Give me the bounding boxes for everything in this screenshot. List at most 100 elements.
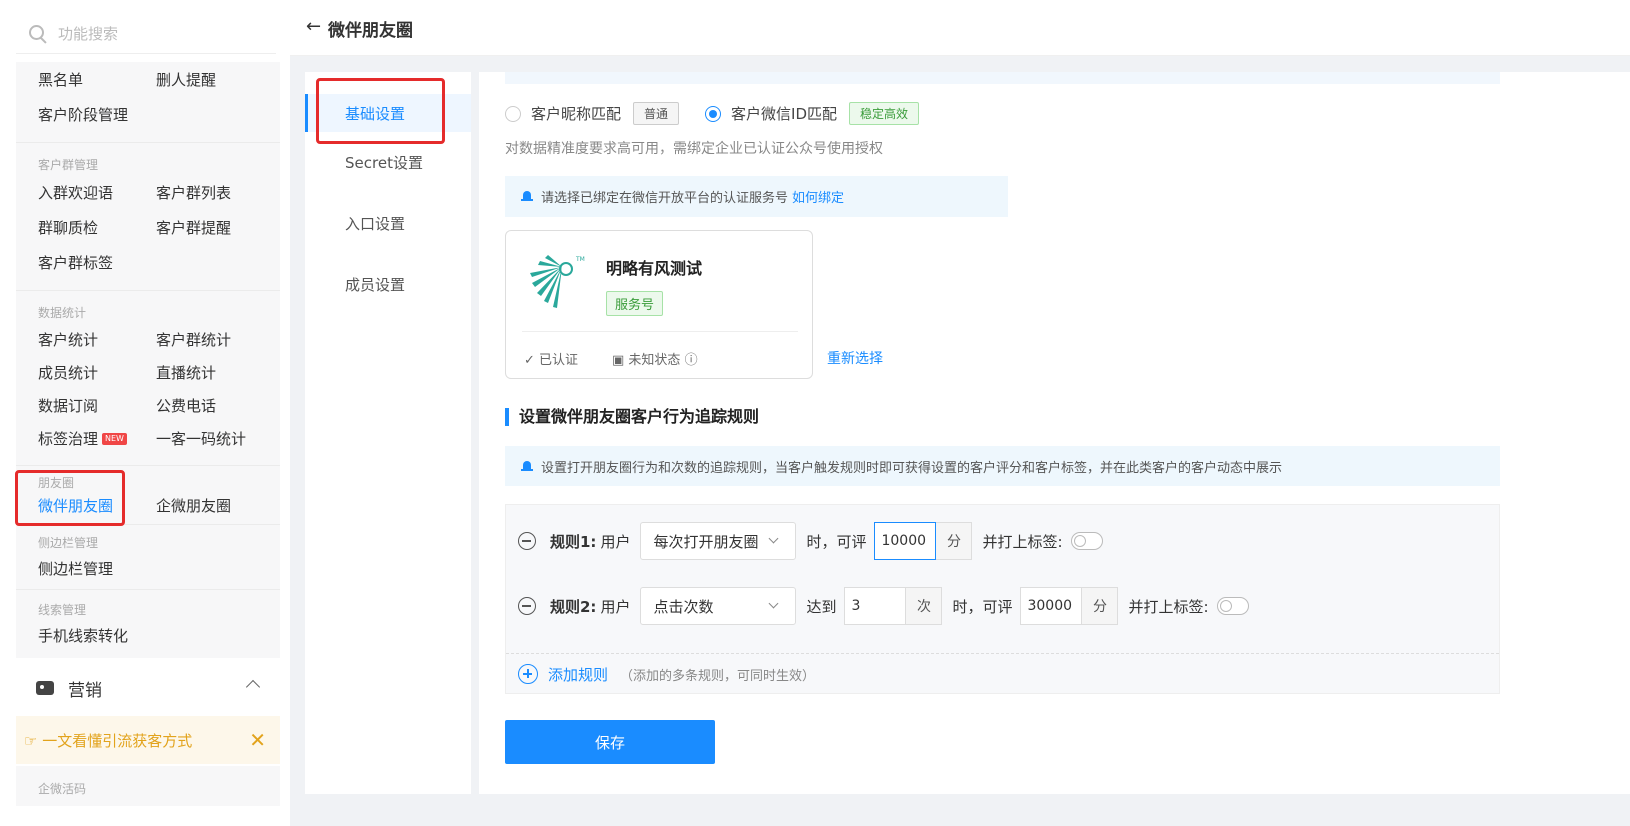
tag-label: 并打上标签: [982,532,1063,551]
back-arrow-icon[interactable]: ← [306,16,321,37]
menu-item-group-stats[interactable]: 客户群统计 [156,329,274,350]
menu-item-one-code-stats[interactable]: 一客一码统计 [156,428,274,449]
rule-1-action-value: 每次打开朋友圈 [653,532,759,551]
menu-item-member-stats[interactable]: 成员统计 [38,362,156,383]
guide-tip-bar[interactable]: ☞ 一文看懂引流获客方式 ✕ [16,716,280,764]
function-search[interactable]: 功能搜索 [16,14,276,54]
rule-2-count-input[interactable]: 3 [844,587,907,625]
option-wechat-id-label: 客户微信ID匹配 [731,105,838,123]
menu-item-group-list[interactable]: 客户群列表 [156,182,274,203]
add-rule-link[interactable]: 添加规则 [548,664,608,685]
rule-when-label: 时，可评 [806,532,867,551]
menu-group-customer: 黑名单 删人提醒 客户阶段管理 [16,62,280,143]
menu-item-live-stats[interactable]: 直播统计 [156,362,274,383]
match-description: 对数据精准度要求高可用，需绑定企业已认证公众号使用授权 [505,141,883,157]
chevron-down-icon [769,533,779,544]
menu-group-stats: 数据统计 客户统计 客户群统计 成员统计 直播统计 数据订阅 公费电话 标签治理… [16,291,280,466]
search-placeholder: 功能搜索 [58,25,119,43]
account-type-badge: 服务号 [606,291,664,316]
marketing-icon [36,681,54,695]
help-icon[interactable]: ⓘ [680,353,698,368]
reselect-link[interactable]: 重新选择 [827,348,883,368]
notice-tracking-rules: 设置打开朋友圈行为和次数的追踪规则，当客户触发规则时即可获得设置的客户评分和客户… [505,446,1500,486]
menu-item-customer-stats[interactable]: 客户统计 [38,329,156,350]
rule-reach-label: 达到 [806,597,837,616]
group-title: 数据统计 [38,306,87,320]
score-unit: 分 [1082,587,1119,625]
page-header: ← 微伴朋友圈 [290,0,1630,56]
rule-1-tag-toggle[interactable] [1070,532,1103,550]
rule-2-action-select[interactable]: 点击次数 [640,587,797,625]
notice-bind-account: 请选择已绑定在微信开放平台的认证服务号 如何绑定 [505,176,1008,217]
tag-stable: 稳定高效 [849,102,920,125]
account-logo: TM [530,255,585,308]
menu-item-public-phone[interactable]: 公费电话 [156,395,274,416]
menu-section-marketing[interactable]: 营销 [16,662,280,714]
status-verified-label: 已认证 [539,353,579,368]
menu-item-qiwei-moments[interactable]: 企微朋友圈 [156,495,274,516]
notice-bind-text: 请选择已绑定在微信开放平台的认证服务号 [541,191,789,206]
sidebar-menu: 黑名单 删人提醒 客户阶段管理 客户群管理 入群欢迎语 客户群列表 群聊质检 客… [16,62,280,658]
rule-2-score-input[interactable]: 30000 [1020,587,1083,625]
add-rule-note: （添加的多条规则，可同时生效） [620,668,816,684]
menu-item-group-quality[interactable]: 群聊质检 [38,217,156,238]
tracking-notice-text: 设置打开朋友圈行为和次数的追踪规则，当客户触发规则时即可获得设置的客户评分和客户… [541,460,1283,476]
section-title: 设置微伴朋友圈客户行为追踪规则 [505,408,759,426]
group-title: 客户群管理 [38,158,99,172]
add-circle-icon[interactable] [518,664,538,684]
chevron-up-icon [245,679,261,695]
status-verified: ✓ 已认证 [524,349,578,368]
rule-row-1: 规则1: 用户 每次打开朋友圈 时，可评 10000 分 并打上标签: [518,522,1103,560]
rule-label: 规则2: [550,597,597,616]
sidebar: 功能搜索 黑名单 删人提醒 客户阶段管理 客户群管理 入群欢迎语 客户群列表 群… [0,0,290,826]
rule-2-tag-toggle[interactable] [1216,597,1249,615]
service-account-card: TM 明略有风测试 服务号 ✓ 已认证 ▣ 未知状态 ⓘ [505,230,813,379]
svg-text:TM: TM [575,256,585,263]
guide-tip-text: ☞ 一文看懂引流获客方式 [24,731,193,750]
highlight-box-sidebar [15,470,125,526]
rule-row-2: 规则2: 用户 点击次数 达到 3 次 时，可评 30000 分 并打上标签: [518,587,1249,625]
rule-user-label: 用户 [600,597,631,616]
menu-item-data-subscribe[interactable]: 数据订阅 [38,395,156,416]
tab-member-settings[interactable]: 成员设置 [305,254,471,315]
menu-item-tag-governance[interactable]: 标签治理 NEW [38,428,156,449]
new-badge: NEW [102,433,127,445]
rule-1-score-input[interactable]: 10000 [874,522,937,560]
tab-entry-settings[interactable]: 入口设置 [305,193,471,254]
page-title: 微伴朋友圈 [328,21,413,41]
menu-item-customer-stage[interactable]: 客户阶段管理 [38,104,156,125]
tag-label: 并打上标签: [1128,597,1209,616]
rule-1-action-select[interactable]: 每次打开朋友圈 [640,522,797,560]
save-button[interactable]: 保存 [505,720,715,764]
shield-check-icon: ✓ [524,353,540,368]
count-unit: 次 [906,587,943,625]
tag-governance-label: 标签治理 [38,430,99,448]
close-icon[interactable]: ✕ [249,728,266,752]
group-title: 线索管理 [38,603,87,617]
option-nickname-label: 客户昵称匹配 [531,105,622,123]
menu-item-phone-leads[interactable]: 手机线索转化 [38,625,156,646]
top-strip [505,72,1500,84]
score-unit: 分 [936,522,973,560]
rules-box: 规则1: 用户 每次打开朋友圈 时，可评 10000 分 并打上标签: 规则2:… [505,504,1500,694]
menu-item-delete-reminder[interactable]: 删人提醒 [156,69,274,90]
menu-item-blacklist[interactable]: 黑名单 [38,69,156,90]
match-options: 客户昵称匹配 普通 客户微信ID匹配 稳定高效 [505,102,920,125]
radio-nickname-match[interactable] [505,105,521,122]
bell-icon [521,460,533,473]
menu-item-group-welcome[interactable]: 入群欢迎语 [38,182,156,203]
account-name: 明略有风测试 [606,259,703,278]
group-title: 企微活码 [38,782,87,796]
rule-user-label: 用户 [600,532,631,551]
menu-item-sidebar-manage[interactable]: 侧边栏管理 [38,558,156,579]
remove-rule-1-icon[interactable] [518,532,536,550]
radio-wechat-id-match[interactable] [705,105,722,122]
rule-when-label: 时，可评 [952,597,1013,616]
status-unknown: ▣ 未知状态 ⓘ [612,349,698,368]
remove-rule-2-icon[interactable] [518,597,536,615]
menu-item-group-reminder[interactable]: 客户群提醒 [156,217,274,238]
how-to-bind-link[interactable]: 如何绑定 [792,187,844,206]
menu-group-sidebar: 侧边栏管理 侧边栏管理 [16,525,280,590]
menu-item-group-tags[interactable]: 客户群标签 [38,252,156,273]
rule-2-action-value: 点击次数 [653,597,714,616]
